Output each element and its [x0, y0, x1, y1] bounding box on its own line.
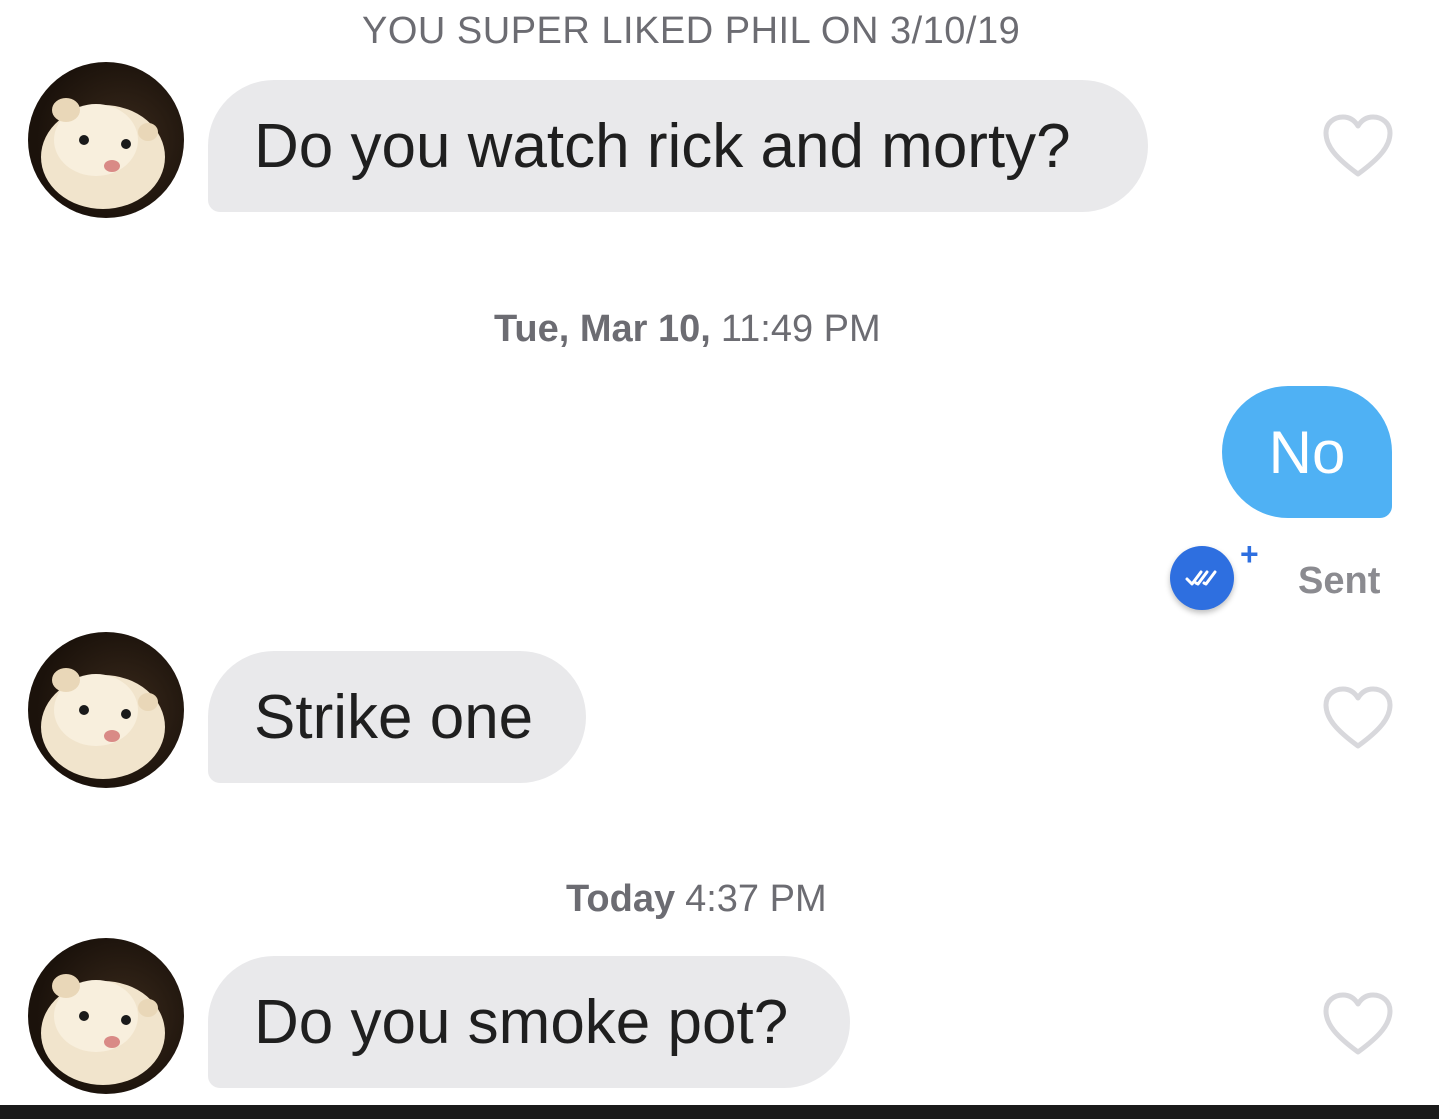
conversation-timestamp: Tue, Mar 10, 11:49 PM: [494, 308, 881, 351]
double-check-icon[interactable]: [1170, 546, 1234, 610]
bottom-edge-divider: [0, 1105, 1439, 1119]
message-bubble-outgoing[interactable]: No: [1222, 386, 1392, 518]
message-bubble-incoming[interactable]: Do you watch rick and morty?: [208, 80, 1148, 212]
timestamp-day: Today: [566, 878, 676, 920]
timestamp-time: 11:49 PM: [720, 308, 881, 350]
ferret-avatar-image: [41, 974, 165, 1085]
message-status: Sent: [1298, 560, 1381, 602]
match-avatar[interactable]: [28, 938, 184, 1094]
heart-outline-icon[interactable]: [1322, 686, 1394, 750]
read-receipt-plus[interactable]: +: [1240, 536, 1259, 573]
match-avatar[interactable]: [28, 632, 184, 788]
timestamp-time: 4:37 PM: [685, 878, 827, 920]
super-like-notice: YOU SUPER LIKED PHIL ON 3/10/19: [362, 10, 1021, 52]
ferret-avatar-image: [41, 668, 165, 779]
match-avatar[interactable]: [28, 62, 184, 218]
timestamp-day: Tue, Mar 10,: [494, 308, 711, 350]
heart-outline-icon[interactable]: [1322, 114, 1394, 178]
message-bubble-incoming[interactable]: Strike one: [208, 651, 586, 783]
message-bubble-incoming[interactable]: Do you smoke pot?: [208, 956, 850, 1088]
heart-outline-icon[interactable]: [1322, 992, 1394, 1056]
ferret-avatar-image: [41, 98, 165, 209]
conversation-timestamp: Today 4:37 PM: [566, 878, 827, 921]
